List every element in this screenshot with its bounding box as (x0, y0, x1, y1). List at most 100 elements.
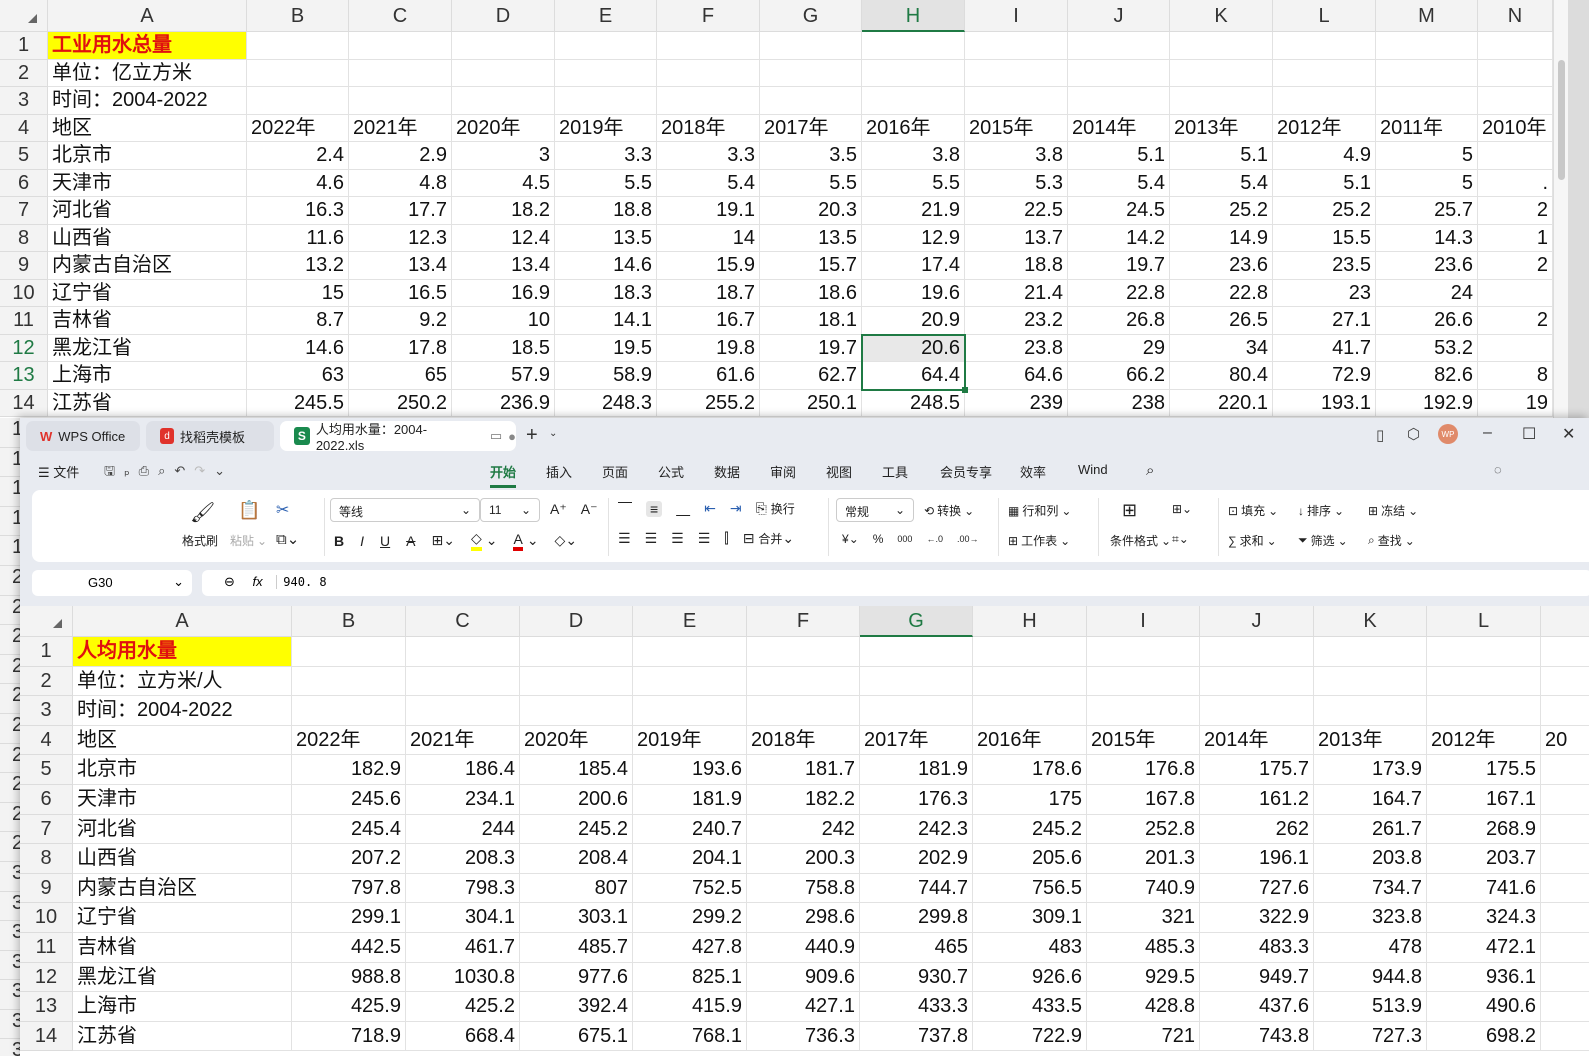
cell[interactable]: 244 (406, 814, 520, 845)
column-header-D[interactable]: D (452, 0, 555, 32)
cell[interactable] (452, 59, 555, 87)
search-icon[interactable]: ⌕ (1146, 462, 1154, 479)
cell[interactable]: 2.4 (247, 142, 349, 170)
cell[interactable] (349, 32, 452, 60)
cell[interactable] (1273, 32, 1376, 60)
worksheet-button[interactable]: ⊞ 工作表 ⌄ (1008, 532, 1070, 549)
cell[interactable]: 303.1 (520, 903, 633, 933)
cell[interactable] (292, 666, 406, 697)
menu-tab-8[interactable]: 会员专享 (940, 462, 992, 481)
cell[interactable] (1087, 666, 1200, 697)
year-header-cell[interactable]: 2013年 (1170, 114, 1273, 142)
cell[interactable]: 5.5 (862, 169, 965, 197)
row-header[interactable]: 3 (20, 696, 73, 726)
menu-tab-6[interactable]: 视图 (826, 462, 852, 481)
cell[interactable]: 768.1 (633, 1021, 747, 1052)
cell[interactable]: 167.1 (1427, 785, 1541, 815)
cell[interactable]: 5.5 (760, 169, 862, 197)
cell[interactable]: 490.6 (1427, 992, 1541, 1022)
sum-button[interactable]: ∑ 求和 ⌄ (1228, 532, 1277, 549)
scrollbar-thumb[interactable] (1558, 60, 1565, 180)
column-header-B[interactable]: B (247, 0, 349, 32)
year-header-cell[interactable]: 2017年 (760, 114, 862, 142)
align-center-icon[interactable]: ☰ (645, 530, 658, 547)
cell[interactable]: 16.3 (247, 197, 349, 225)
cell[interactable]: 20.3 (760, 197, 862, 225)
cell[interactable] (747, 696, 860, 726)
cell[interactable]: 1 (1478, 224, 1553, 252)
cell[interactable] (1170, 59, 1273, 87)
cell[interactable]: 5.1 (1273, 169, 1376, 197)
cell[interactable]: 34 (1170, 334, 1273, 362)
conditional-format-icon[interactable]: ⊞ (1122, 500, 1137, 521)
column-header-E[interactable]: E (555, 0, 657, 32)
row-header[interactable]: 9 (0, 252, 48, 280)
cell[interactable]: 5.4 (657, 169, 760, 197)
cell[interactable]: 250.1 (760, 389, 862, 417)
cell[interactable]: 17.7 (349, 197, 452, 225)
cell[interactable]: 16.7 (657, 307, 760, 335)
cell[interactable] (1478, 59, 1553, 87)
cell[interactable]: 483.3 (1200, 933, 1314, 963)
cell[interactable]: 65 (349, 362, 452, 390)
align-middle-icon[interactable]: ≡ (646, 500, 663, 517)
column-header-B[interactable]: B (292, 606, 406, 637)
cell[interactable]: 722.9 (973, 1021, 1087, 1052)
align-bottom-icon[interactable]: ⎽ (676, 500, 690, 517)
menu-tab-1[interactable]: 插入 (546, 462, 572, 481)
cell[interactable]: 20.6 (862, 334, 965, 362)
year-header-cell[interactable]: 2015年 (965, 114, 1068, 142)
region-cell[interactable]: 时间：2004-2022 (73, 696, 292, 726)
cell[interactable] (1273, 87, 1376, 115)
cell[interactable]: . (1478, 169, 1553, 197)
cell[interactable] (247, 59, 349, 87)
cell[interactable] (862, 32, 965, 60)
column-header-J[interactable]: J (1200, 606, 1314, 637)
cell[interactable]: 19.8 (657, 334, 760, 362)
cell[interactable]: 19.7 (760, 334, 862, 362)
cell[interactable]: 196.1 (1200, 844, 1314, 874)
cell[interactable]: 13.4 (349, 252, 452, 280)
year-header-cell[interactable]: 2016年 (862, 114, 965, 142)
cell[interactable]: 936.1 (1427, 962, 1541, 993)
cell[interactable]: 181.9 (860, 755, 973, 785)
cell[interactable]: 16.5 (349, 279, 452, 307)
cell[interactable]: 309.1 (973, 903, 1087, 933)
cell[interactable]: 415.9 (633, 992, 747, 1022)
rows-columns-button[interactable]: ▦ 行和列 ⌄ (1008, 502, 1071, 519)
cell[interactable]: 797.8 (292, 873, 406, 904)
column-header-M[interactable]: M (1376, 0, 1478, 32)
cell[interactable]: 698.2 (1427, 1021, 1541, 1052)
cell[interactable]: 3.5 (760, 142, 862, 170)
cell[interactable]: 208.3 (406, 844, 520, 874)
cell[interactable]: 977.6 (520, 962, 633, 993)
cell[interactable]: 743.8 (1200, 1021, 1314, 1052)
cell[interactable] (247, 32, 349, 60)
year-header-cell[interactable]: 2018年 (657, 114, 760, 142)
cell[interactable] (965, 87, 1068, 115)
cell[interactable]: 24 (1376, 279, 1478, 307)
cell[interactable]: 164.7 (1314, 785, 1427, 815)
row-header[interactable]: 6 (0, 169, 48, 197)
cell[interactable]: 22.5 (965, 197, 1068, 225)
row-header[interactable]: 4 (20, 725, 73, 756)
cell[interactable]: 427.1 (747, 992, 860, 1022)
cell[interactable] (1314, 637, 1427, 667)
menu-tab-5[interactable]: 审阅 (770, 462, 796, 481)
cell[interactable]: 25.2 (1170, 197, 1273, 225)
cell[interactable]: 239 (965, 389, 1068, 417)
cell[interactable]: 19.1 (657, 197, 760, 225)
row-header[interactable]: 7 (20, 814, 73, 845)
cell[interactable]: 23.5 (1273, 252, 1376, 280)
year-header-cell[interactable]: 2019年 (633, 725, 747, 756)
cell[interactable]: 26.5 (1170, 307, 1273, 335)
row-header[interactable]: 11 (20, 933, 73, 963)
cell[interactable]: 41.7 (1273, 334, 1376, 362)
year-header-cell[interactable]: 2011年 (1376, 114, 1478, 142)
cell[interactable]: 176.3 (860, 785, 973, 815)
cell[interactable]: 18.5 (452, 334, 555, 362)
cell[interactable]: 19.5 (555, 334, 657, 362)
row-header[interactable]: 5 (0, 142, 48, 170)
column-header-K[interactable]: K (1314, 606, 1427, 637)
region-cell[interactable]: 天津市 (73, 785, 292, 815)
